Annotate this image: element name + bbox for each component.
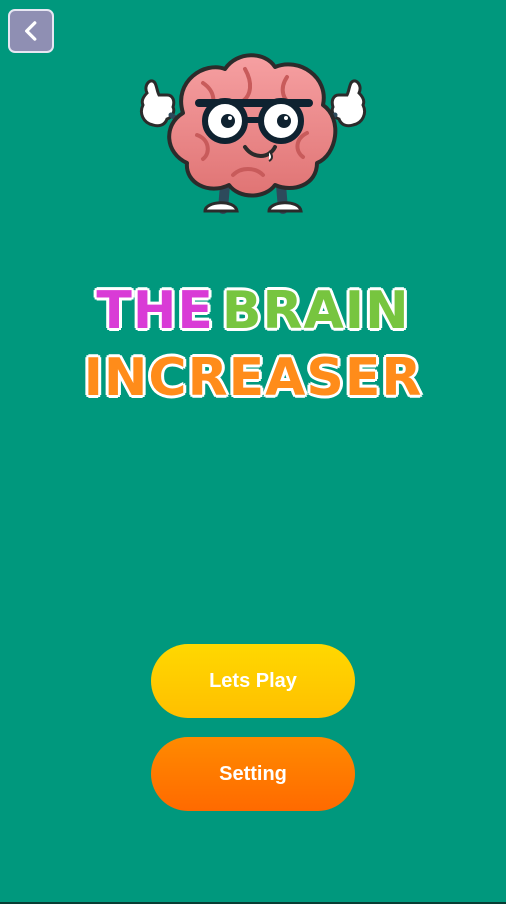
glasses-left <box>202 98 248 144</box>
title-word-the: THE <box>96 281 214 341</box>
lets-play-button[interactable]: Lets Play <box>151 644 355 718</box>
setting-button[interactable]: Setting <box>151 737 355 811</box>
title-line-1: THE BRAIN <box>0 280 506 342</box>
brain-mascot <box>139 53 367 214</box>
title-word-increaser: INCREASER <box>83 348 423 408</box>
game-title: THE BRAIN INCREASER <box>0 280 506 408</box>
title-word-brain: BRAIN <box>221 281 410 341</box>
setting-label: Setting <box>219 762 287 785</box>
lets-play-label: Lets Play <box>209 669 297 692</box>
glasses-right <box>258 98 304 144</box>
title-line-2: INCREASER <box>0 348 506 408</box>
back-button[interactable] <box>8 9 54 53</box>
left-thumb <box>139 79 176 128</box>
right-thumb <box>330 79 367 128</box>
chevron-left-icon <box>25 21 37 41</box>
